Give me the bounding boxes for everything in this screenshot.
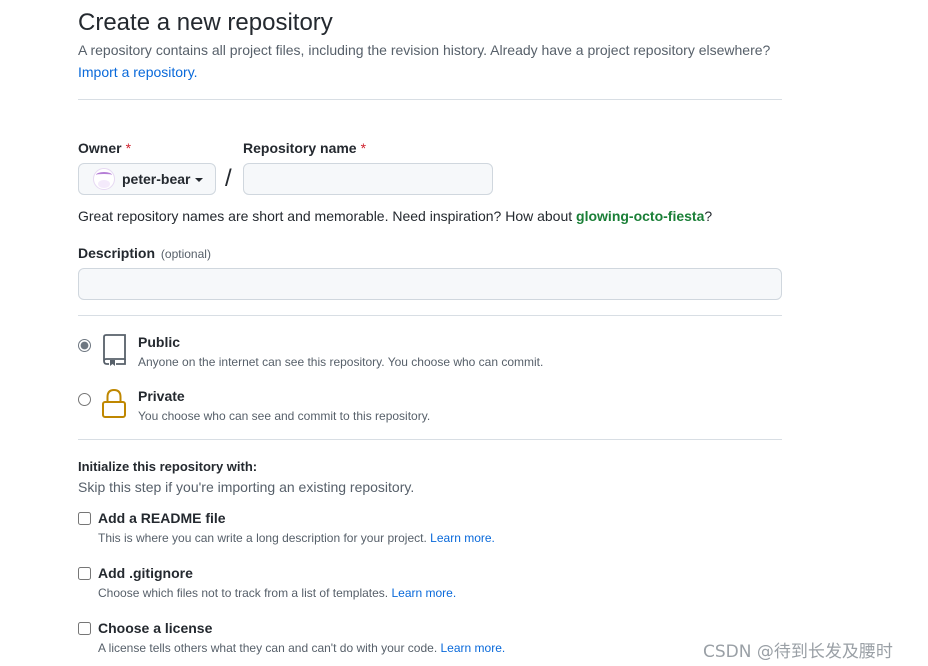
license-learn-more-link[interactable]: Learn more.	[441, 641, 506, 655]
gitignore-desc-text: Choose which files not to track from a l…	[98, 586, 389, 600]
gitignore-title: Add .gitignore	[98, 565, 193, 581]
repo-icon	[103, 334, 126, 366]
owner-repo-separator: /	[225, 165, 232, 192]
repo-name-required-mark: *	[360, 140, 367, 156]
visibility-public-desc: Anyone on the internet can see this repo…	[138, 355, 544, 369]
gitignore-checkbox[interactable]	[78, 567, 91, 580]
init-section-subtitle: Skip this step if you're importing an ex…	[78, 479, 415, 495]
readme-learn-more-link[interactable]: Learn more.	[430, 531, 495, 545]
page-subtitle: A repository contains all project files,…	[78, 42, 771, 58]
repo-name-label-text: Repository name	[243, 140, 357, 156]
readme-desc: This is where you can write a long descr…	[98, 531, 495, 545]
visibility-private-title: Private	[138, 388, 185, 404]
divider	[78, 99, 782, 100]
readme-checkbox[interactable]	[78, 512, 91, 525]
description-input[interactable]	[78, 268, 782, 300]
name-suggestion-link[interactable]: glowing-octo-fiesta	[576, 208, 704, 224]
optional-tag: (optional)	[160, 247, 211, 261]
license-desc-text: A license tells others what they can and…	[98, 641, 438, 655]
owner-name: peter-bear	[122, 171, 191, 187]
init-section-title: Initialize this repository with:	[78, 459, 258, 474]
visibility-private-desc: You choose who can see and commit to thi…	[138, 409, 431, 423]
owner-label: Owner *	[78, 139, 131, 157]
watermark: CSDN @待到长发及腰时	[703, 642, 893, 662]
import-repository-link[interactable]: Import a repository	[78, 64, 194, 80]
visibility-public-radio[interactable]	[78, 339, 91, 352]
description-label-text: Description	[78, 245, 156, 261]
caret-down-icon	[195, 178, 204, 182]
license-title: Choose a license	[98, 620, 213, 636]
license-checkbox[interactable]	[78, 622, 91, 635]
lock-icon	[102, 388, 126, 418]
readme-title: Add a README file	[98, 510, 226, 526]
gitignore-desc: Choose which files not to track from a l…	[98, 586, 456, 600]
visibility-public-title: Public	[138, 334, 181, 350]
hint-prefix: Great repository names are short and mem…	[78, 208, 577, 224]
owner-required-mark: *	[125, 140, 132, 156]
owner-label-text: Owner	[78, 140, 122, 156]
owner-select-button[interactable]: peter-bear	[78, 163, 216, 195]
page-title: Create a new repository	[78, 9, 333, 36]
visibility-private-radio[interactable]	[78, 393, 91, 406]
readme-desc-text: This is where you can write a long descr…	[98, 531, 427, 545]
import-line: Import a repository.	[78, 63, 198, 81]
divider	[78, 315, 782, 316]
import-suffix: .	[193, 64, 198, 80]
owner-avatar	[93, 168, 115, 190]
repo-name-label: Repository name *	[243, 139, 366, 157]
repo-name-hint: Great repository names are short and mem…	[78, 207, 712, 225]
gitignore-learn-more-link[interactable]: Learn more.	[391, 586, 456, 600]
license-desc: A license tells others what they can and…	[98, 641, 505, 655]
description-label: Description (optional)	[78, 244, 211, 263]
repo-name-input[interactable]	[243, 163, 493, 195]
divider	[78, 439, 782, 440]
hint-suffix: ?	[704, 208, 713, 224]
